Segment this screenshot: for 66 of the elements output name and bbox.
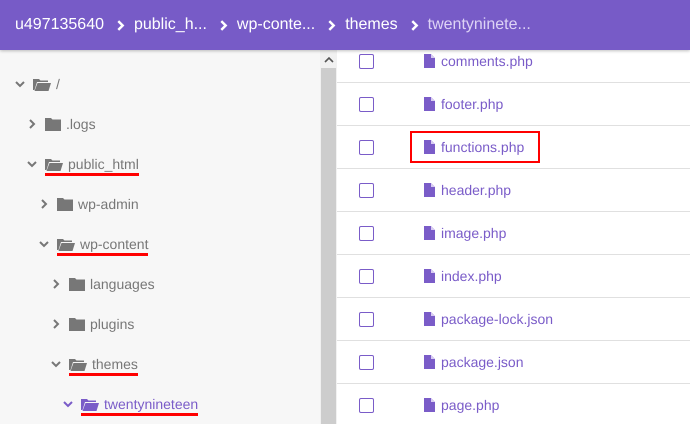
file-icon xyxy=(424,269,435,283)
chevron-right-icon xyxy=(116,20,125,30)
file-name[interactable]: comments.php xyxy=(441,53,533,69)
breadcrumb-link[interactable]: public_h... xyxy=(134,16,207,34)
checkbox[interactable] xyxy=(359,398,374,412)
folder-icon xyxy=(69,277,85,291)
chevron-down-icon[interactable] xyxy=(39,239,49,249)
file-icon xyxy=(424,54,435,68)
folder-icon xyxy=(69,317,85,331)
breadcrumb-link[interactable]: twentyninete... xyxy=(428,16,531,34)
open-folder-icon xyxy=(69,357,87,371)
folder-icon xyxy=(57,197,73,211)
folder-label[interactable]: / xyxy=(56,76,60,92)
file-icon xyxy=(424,183,435,197)
file-name[interactable]: image.php xyxy=(441,225,506,241)
file-name[interactable]: index.php xyxy=(441,268,502,284)
file-name[interactable]: functions.php xyxy=(441,139,524,155)
folder-label[interactable]: .logs xyxy=(66,116,96,132)
folder-label[interactable]: twentynineteen xyxy=(104,396,198,412)
chevron-right-icon[interactable] xyxy=(51,279,61,289)
chevron-right-icon xyxy=(327,20,336,30)
chevron-down-icon[interactable] xyxy=(27,159,37,169)
checkbox[interactable] xyxy=(359,54,374,68)
checkbox[interactable] xyxy=(359,140,374,154)
checkbox[interactable] xyxy=(359,182,374,198)
breadcrumb-link[interactable]: wp-conte... xyxy=(236,16,316,34)
file-name[interactable]: package.json xyxy=(441,354,524,370)
file-icon xyxy=(424,140,435,154)
file-name[interactable]: package-lock.json xyxy=(441,311,554,327)
chevron-right-icon[interactable] xyxy=(27,119,37,129)
file-icon xyxy=(424,312,435,326)
breadcrumb-link[interactable]: u497135640 xyxy=(15,16,104,34)
file-icon xyxy=(424,97,435,111)
open-folder-icon xyxy=(81,397,99,411)
scrollbar-thumb[interactable] xyxy=(321,68,336,424)
folder-label[interactable]: public_html xyxy=(68,156,139,172)
file-name[interactable]: page.php xyxy=(441,397,500,413)
folder-label[interactable]: languages xyxy=(90,276,155,292)
folder-label[interactable]: wp-content xyxy=(80,236,148,252)
scrollbar[interactable] xyxy=(320,50,337,424)
file-icon xyxy=(424,355,435,369)
checkbox[interactable] xyxy=(359,312,374,326)
folder-label[interactable]: wp-admin xyxy=(78,196,139,212)
chevron-right-icon[interactable] xyxy=(39,199,49,209)
chevron-right-icon xyxy=(410,20,419,30)
checkbox[interactable] xyxy=(359,268,374,284)
chevron-down-icon[interactable] xyxy=(63,399,73,409)
checkbox[interactable] xyxy=(359,354,374,370)
file-icon xyxy=(424,398,435,412)
file-name[interactable]: footer.php xyxy=(441,96,504,112)
folder-icon xyxy=(45,117,61,131)
chevron-right-icon[interactable] xyxy=(51,319,61,329)
checkbox[interactable] xyxy=(359,226,374,240)
breadcrumb-link[interactable]: themes xyxy=(345,16,398,34)
file-name[interactable]: header.php xyxy=(441,182,512,198)
chevron-down-icon[interactable] xyxy=(51,359,61,369)
open-folder-icon xyxy=(57,237,75,251)
folder-label[interactable]: plugins xyxy=(90,316,134,332)
open-folder-icon xyxy=(33,77,51,91)
chevron-right-icon xyxy=(218,20,228,30)
scroll-up-icon[interactable] xyxy=(324,56,334,64)
chevron-down-icon[interactable] xyxy=(15,79,25,89)
file-icon xyxy=(424,226,435,240)
folder-label[interactable]: themes xyxy=(92,356,138,372)
open-folder-icon xyxy=(45,157,63,171)
checkbox[interactable] xyxy=(359,96,374,112)
